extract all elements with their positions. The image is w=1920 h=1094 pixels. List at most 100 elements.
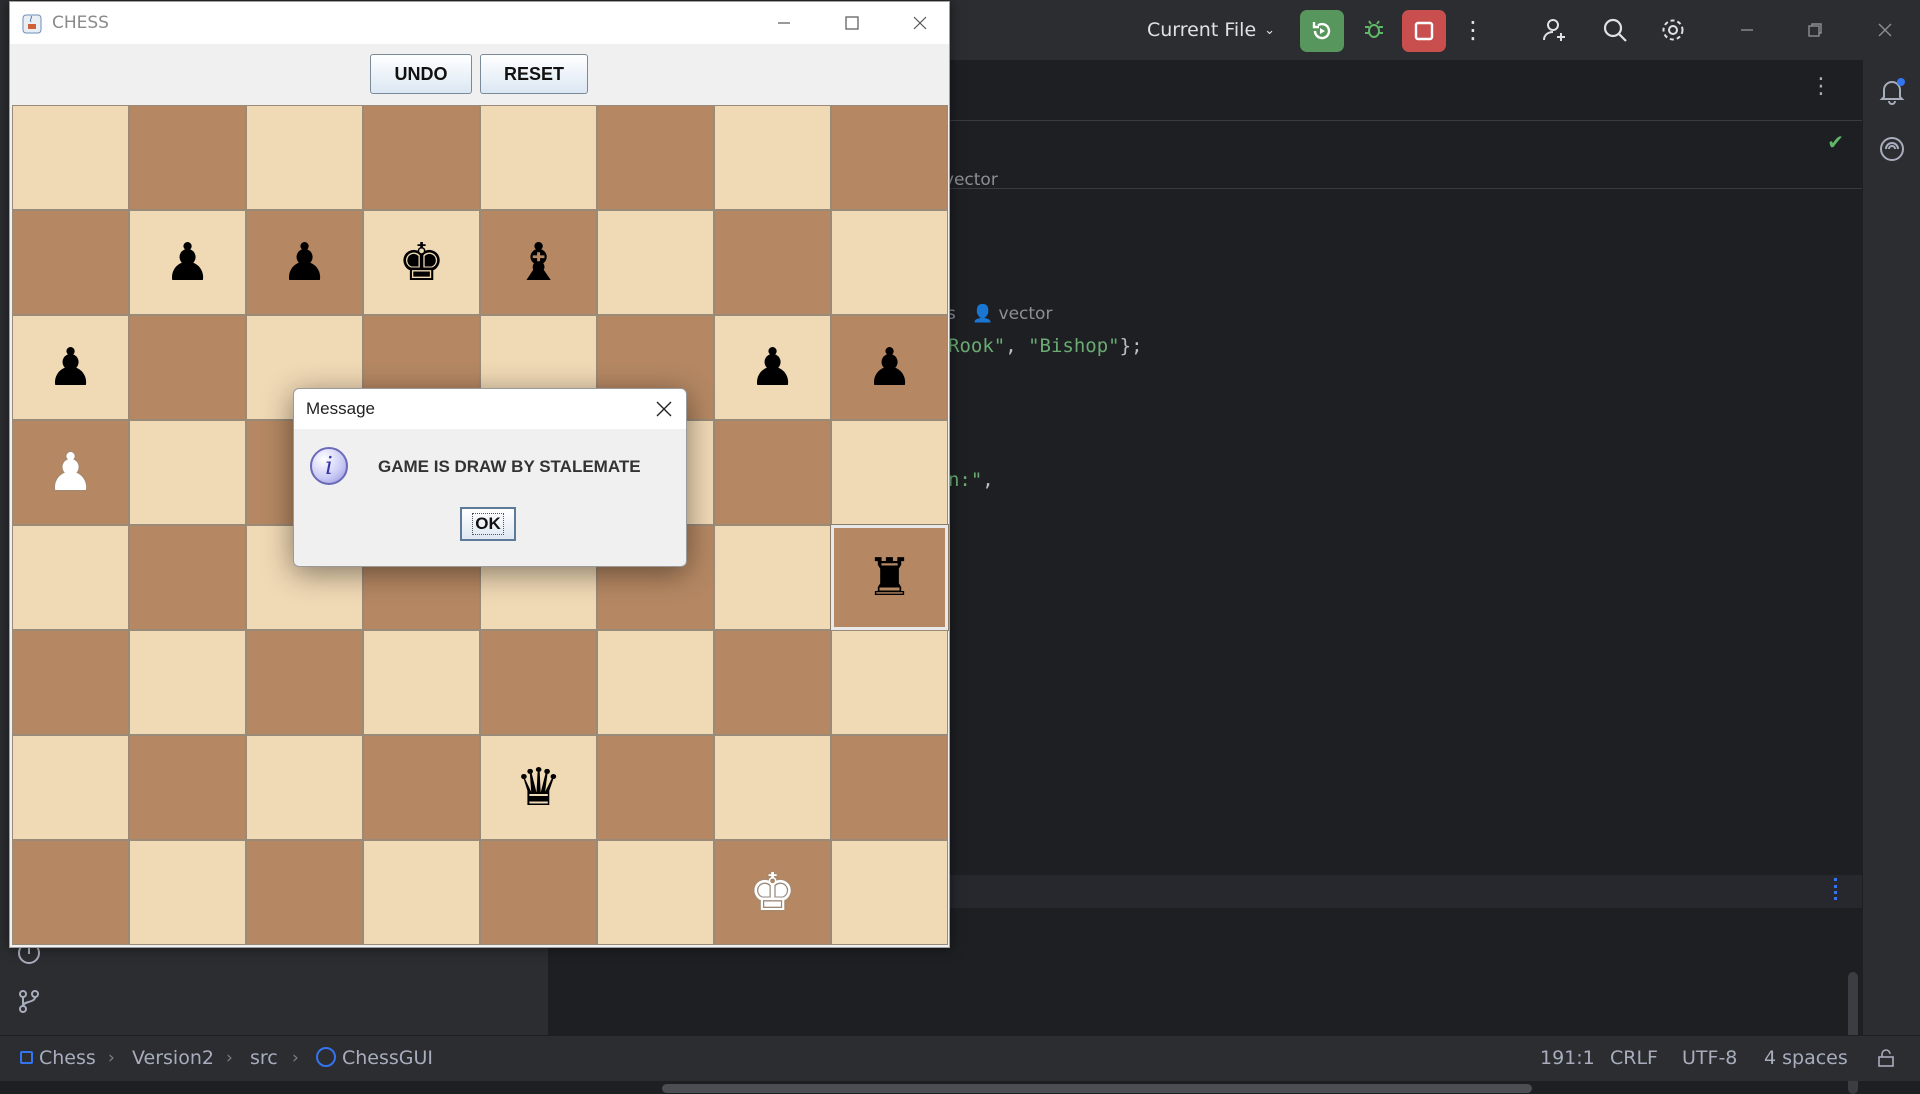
board-square[interactable] <box>714 105 831 210</box>
board-square[interactable] <box>831 210 948 315</box>
ide-minimize-button[interactable] <box>1722 0 1772 60</box>
board-square[interactable] <box>597 735 714 840</box>
board-square[interactable] <box>597 105 714 210</box>
board-square[interactable]: ♟ <box>246 210 363 315</box>
black-pawn-icon[interactable]: ♟ <box>749 342 796 394</box>
reset-button[interactable]: RESET <box>480 54 588 94</box>
breadcrumb-project[interactable]: Chess <box>20 1036 96 1081</box>
board-square[interactable] <box>12 840 129 945</box>
board-square[interactable] <box>129 315 246 420</box>
ide-close-button[interactable] <box>1860 0 1910 60</box>
board-square[interactable] <box>831 105 948 210</box>
board-square[interactable] <box>363 840 480 945</box>
board-square[interactable]: ♟ <box>714 315 831 420</box>
board-square[interactable] <box>129 840 246 945</box>
ok-button[interactable]: OK <box>460 507 516 541</box>
caret-position[interactable]: 191:1 <box>1540 1036 1595 1081</box>
ide-restore-button[interactable] <box>1790 0 1840 60</box>
board-square[interactable] <box>714 630 831 735</box>
notifications-icon[interactable] <box>1877 76 1907 106</box>
chess-close-button[interactable] <box>890 2 950 44</box>
board-square[interactable] <box>246 105 363 210</box>
code-with-me-button[interactable] <box>1532 0 1578 60</box>
board-square[interactable] <box>246 735 363 840</box>
board-square[interactable]: ♜ <box>830 524 949 631</box>
black-pawn-icon[interactable]: ♟ <box>164 237 211 289</box>
board-square[interactable] <box>363 105 480 210</box>
search-everywhere-button[interactable] <box>1592 0 1638 60</box>
board-square[interactable] <box>597 210 714 315</box>
board-square[interactable] <box>12 735 129 840</box>
board-square[interactable]: ♟ <box>12 420 129 525</box>
board-square[interactable] <box>714 420 831 525</box>
chess-title-bar[interactable]: CHESS <box>10 2 949 44</box>
board-square[interactable] <box>597 840 714 945</box>
rerun-button[interactable] <box>1300 10 1344 52</box>
undo-button[interactable]: UNDO <box>370 54 472 94</box>
lock-icon[interactable] <box>1876 1036 1896 1081</box>
code-token: , <box>1005 335 1029 358</box>
board-square[interactable] <box>12 105 129 210</box>
dialog-title-bar[interactable]: Message <box>294 389 686 429</box>
dialog-message: GAME IS DRAW BY STALEMATE <box>378 457 641 476</box>
board-square[interactable] <box>129 630 246 735</box>
board-square[interactable] <box>831 420 948 525</box>
board-square[interactable]: ♛ <box>480 735 597 840</box>
black-rook-icon[interactable]: ♜ <box>866 552 913 604</box>
breadcrumb-version2[interactable]: Version2 <box>132 1036 214 1081</box>
board-square[interactable] <box>363 630 480 735</box>
breadcrumb-class[interactable]: ChessGUI <box>316 1036 433 1081</box>
dialog-close-button[interactable] <box>648 393 680 425</box>
board-square[interactable] <box>480 840 597 945</box>
stop-button[interactable] <box>1402 10 1446 52</box>
board-square[interactable] <box>129 735 246 840</box>
board-square[interactable] <box>597 630 714 735</box>
board-square[interactable] <box>714 210 831 315</box>
board-square[interactable]: ♟ <box>12 315 129 420</box>
board-square[interactable] <box>246 630 363 735</box>
black-bishop-icon[interactable]: ♝ <box>515 237 562 289</box>
board-square[interactable] <box>12 525 129 630</box>
board-square[interactable] <box>12 630 129 735</box>
file-encoding[interactable]: UTF-8 <box>1682 1036 1737 1081</box>
board-square[interactable] <box>480 105 597 210</box>
board-square[interactable] <box>129 420 246 525</box>
board-square[interactable]: ♝ <box>480 210 597 315</box>
black-pawn-icon[interactable]: ♟ <box>281 237 328 289</box>
board-square[interactable] <box>363 735 480 840</box>
board-square[interactable] <box>480 630 597 735</box>
more-vertical-icon[interactable]: ⋮ <box>1810 74 1832 99</box>
board-square[interactable] <box>714 525 831 630</box>
white-king-icon[interactable]: ♚ <box>749 867 796 919</box>
board-square[interactable]: ♟ <box>129 210 246 315</box>
board-square[interactable]: ♚ <box>363 210 480 315</box>
board-square[interactable] <box>129 105 246 210</box>
board-square[interactable] <box>714 735 831 840</box>
horizontal-scrollbar[interactable] <box>662 1084 1532 1093</box>
settings-button[interactable] <box>1650 0 1696 60</box>
ai-assistant-icon[interactable] <box>1877 134 1907 164</box>
line-ending[interactable]: CRLF <box>1610 1036 1658 1081</box>
chess-minimize-button[interactable] <box>754 2 814 44</box>
chess-maximize-button[interactable] <box>822 2 882 44</box>
run-configuration-selector[interactable]: Current File ⌄ <box>1140 0 1282 60</box>
maximize-icon <box>845 16 859 30</box>
board-square[interactable] <box>246 840 363 945</box>
breadcrumb-src[interactable]: src <box>250 1036 278 1081</box>
board-square[interactable] <box>831 735 948 840</box>
board-square[interactable]: ♚ <box>714 840 831 945</box>
board-square[interactable] <box>831 840 948 945</box>
black-queen-icon[interactable]: ♛ <box>515 762 562 814</box>
black-pawn-icon[interactable]: ♟ <box>47 342 94 394</box>
board-square[interactable] <box>831 630 948 735</box>
indent-setting[interactable]: 4 spaces <box>1764 1036 1848 1081</box>
board-square[interactable] <box>12 210 129 315</box>
board-square[interactable]: ♟ <box>831 315 948 420</box>
white-pawn-icon[interactable]: ♟ <box>47 447 94 499</box>
black-pawn-icon[interactable]: ♟ <box>866 342 913 394</box>
git-branch-icon[interactable] <box>16 988 42 1018</box>
board-square[interactable] <box>129 525 246 630</box>
more-actions-button[interactable]: ⋮ <box>1458 0 1488 60</box>
debug-button[interactable] <box>1354 0 1394 60</box>
black-king-icon[interactable]: ♚ <box>398 237 445 289</box>
